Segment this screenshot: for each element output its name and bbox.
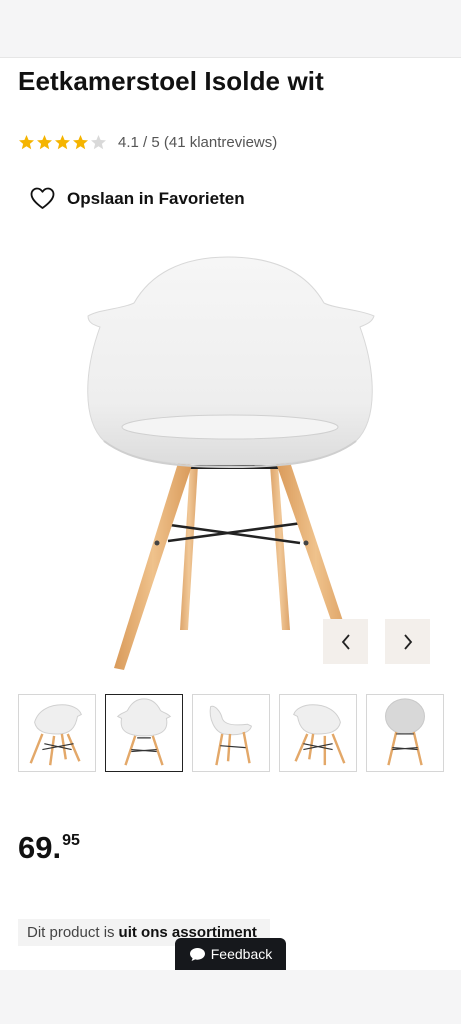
thumbnail-image (209, 705, 253, 766)
gallery-next-button[interactable] (385, 619, 430, 664)
thumbnail-image (293, 704, 346, 766)
gallery-thumbnail-4[interactable] (279, 694, 357, 772)
feedback-label: Feedback (210, 946, 273, 962)
bottom-bar (0, 970, 461, 1024)
feedback-button[interactable]: Feedback (175, 938, 286, 970)
gallery-thumbnail-2[interactable] (105, 694, 183, 772)
star-filled-icon (18, 134, 35, 151)
thumbnail-image (385, 698, 425, 766)
product-main-image[interactable] (60, 245, 400, 675)
gallery-thumbnail-5[interactable] (366, 694, 444, 772)
price-cents: 95 (62, 832, 80, 849)
top-header-bar (0, 0, 461, 58)
rating-text: 4.1 / 5 (41 klantreviews) (118, 133, 278, 151)
gallery-prev-button[interactable] (323, 619, 368, 664)
product-title: Eetkamerstoel Isolde wit (18, 66, 324, 96)
star-empty-icon (90, 134, 107, 151)
gallery-thumbnail-3[interactable] (192, 694, 270, 772)
save-to-favorites-button[interactable]: Opslaan in Favorieten (30, 187, 245, 210)
gallery-thumbnails (18, 694, 444, 774)
star-filled-icon (36, 134, 53, 151)
notice-prefix: Dit product is (27, 924, 115, 941)
rating-stars (18, 134, 107, 151)
product-price: 69.95 (18, 830, 80, 866)
favorites-label: Opslaan in Favorieten (67, 188, 245, 208)
speech-bubble-icon (189, 947, 206, 962)
product-rating[interactable]: 4.1 / 5 (41 klantreviews) (18, 131, 277, 153)
star-filled-icon (72, 134, 89, 151)
heart-outline-icon (30, 187, 55, 210)
price-whole: 69. (18, 830, 62, 865)
star-filled-icon (54, 134, 71, 151)
gallery-thumbnail-1[interactable] (18, 694, 96, 772)
thumbnail-image (116, 698, 172, 766)
chevron-left-icon (341, 633, 350, 650)
thumbnail-image (29, 704, 82, 766)
chevron-right-icon (403, 633, 412, 650)
